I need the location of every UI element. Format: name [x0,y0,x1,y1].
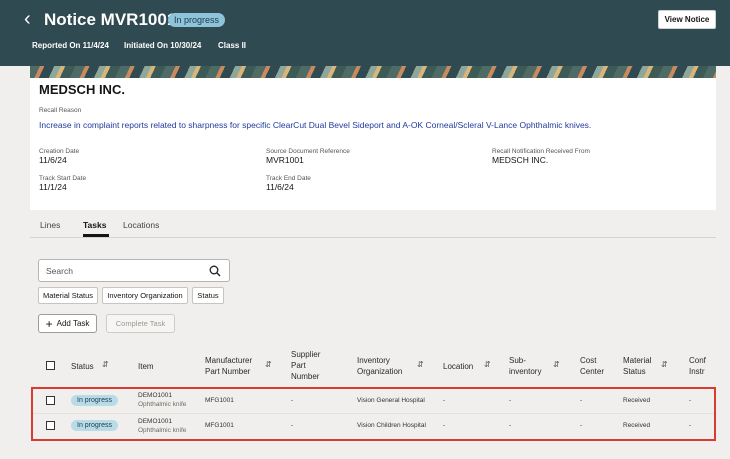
col-cost-center-2[interactable]: Center [580,366,604,377]
filter-inventory-organization[interactable]: Inventory Organization [102,287,188,304]
active-tab-indicator [83,234,109,237]
row-cost-center: - [580,422,583,429]
track-end-value: 11/6/24 [266,182,294,192]
col-inv-org-2[interactable]: Organization [357,366,402,377]
row-item[interactable]: DEMO1001 [138,392,172,399]
row-conf: - [689,397,692,404]
row-conf: - [689,422,692,429]
col-subinventory-2[interactable]: inventory [509,366,541,377]
view-notice-button[interactable]: View Notice [658,10,716,29]
selected-rows-highlight [31,387,716,441]
col-item[interactable]: Item [138,361,154,372]
tab-locations[interactable]: Locations [123,220,159,230]
received-from-value: MEDSCH INC. [492,155,549,165]
row-supplier-part: - [291,397,294,404]
initiated-on: Initiated On 10/30/24 [124,41,202,50]
row-mfg-part: MFG1001 [205,397,234,404]
recall-reason-text: Increase in complaint reports related to… [39,120,592,130]
search-icon[interactable] [209,265,221,277]
sort-icon[interactable]: ⇵ [553,360,560,369]
filter-status[interactable]: Status [192,287,224,304]
select-all-checkbox[interactable] [46,361,55,370]
add-task-button[interactable]: + Add Task [38,314,97,333]
col-mfg-part-1[interactable]: Manufacturer [205,355,252,366]
reported-on: Reported On 11/4/24 [32,41,109,50]
col-cost-center-1[interactable]: Cost [580,355,596,366]
creation-date-label: Creation Date [39,148,80,155]
row-checkbox[interactable] [46,396,55,405]
recall-class: Class II [218,41,247,50]
col-mfg-part-2[interactable]: Part Number [205,366,250,377]
tab-bar: Lines Tasks Locations [30,214,716,238]
col-status[interactable]: Status [71,361,94,372]
tab-lines[interactable]: Lines [40,220,60,230]
search-input[interactable]: Search [38,259,230,282]
search-placeholder: Search [46,266,73,276]
track-end-label: Track End Date [266,175,311,182]
notice-summary-card: MEDSCH INC. Recall Reason Increase in co… [30,78,716,210]
recall-reason-label: Recall Reason [39,107,82,114]
track-start-value: 11/1/24 [39,182,67,192]
plus-icon: + [45,316,53,331]
col-inv-org-1[interactable]: Inventory [357,355,390,366]
track-start-label: Track Start Date [39,175,87,182]
status-badge: In progress [168,13,226,27]
row-inventory-org: Vision Children Hospital [357,422,426,429]
creation-date-value: 11/6/24 [39,155,67,165]
source-ref-value: MVR1001 [266,155,304,165]
row-status-badge: In progress [71,420,119,431]
row-status-badge: In progress [71,395,119,406]
sort-icon[interactable]: ⇵ [417,360,424,369]
filter-material-status[interactable]: Material Status [38,287,98,304]
row-material-status: Received [623,422,651,429]
row-checkbox[interactable] [46,421,55,430]
col-conf-2[interactable]: Instr [689,366,705,377]
decorative-banner [30,66,716,78]
page-title: Notice MVR1001 [44,10,177,29]
sort-icon[interactable]: ⇵ [484,360,491,369]
company-name: MEDSCH INC. [39,82,125,97]
row-divider [33,413,714,414]
row-subinventory: - [509,397,512,404]
col-supplier-part-1[interactable]: Supplier [291,349,320,360]
row-item[interactable]: DEMO1001 [138,418,172,425]
row-inventory-org: Vision General Hospital [357,397,425,404]
row-location: - [443,397,446,404]
row-location: - [443,422,446,429]
row-material-status: Received [623,397,651,404]
row-item-desc: Ophthalmic knife [138,427,187,434]
row-mfg-part: MFG1001 [205,422,234,429]
col-subinventory-1[interactable]: Sub- [509,355,526,366]
complete-task-button: Complete Task [106,314,175,333]
col-supplier-part-2[interactable]: Part [291,360,306,371]
col-supplier-part-3[interactable]: Number [291,371,319,382]
received-from-label: Recall Notification Received From [492,148,590,155]
row-supplier-part: - [291,422,294,429]
source-ref-label: Source Document Reference [266,148,350,155]
row-cost-center: - [580,397,583,404]
back-chevron-icon[interactable]: ‹ [24,9,31,29]
tab-tasks[interactable]: Tasks [83,220,106,230]
sort-icon[interactable]: ⇵ [265,360,272,369]
col-conf-1[interactable]: Conf [689,355,706,366]
col-location[interactable]: Location [443,361,473,372]
row-item-desc: Ophthalmic knife [138,401,187,408]
add-task-label: Add Task [56,319,90,328]
page-header: ‹ Notice MVR1001 In progress Reported On… [0,0,730,66]
sort-icon[interactable]: ⇵ [661,360,668,369]
sort-icon[interactable]: ⇵ [102,360,109,369]
col-material-status-2[interactable]: Status [623,366,646,377]
col-material-status-1[interactable]: Material [623,355,651,366]
row-subinventory: - [509,422,512,429]
